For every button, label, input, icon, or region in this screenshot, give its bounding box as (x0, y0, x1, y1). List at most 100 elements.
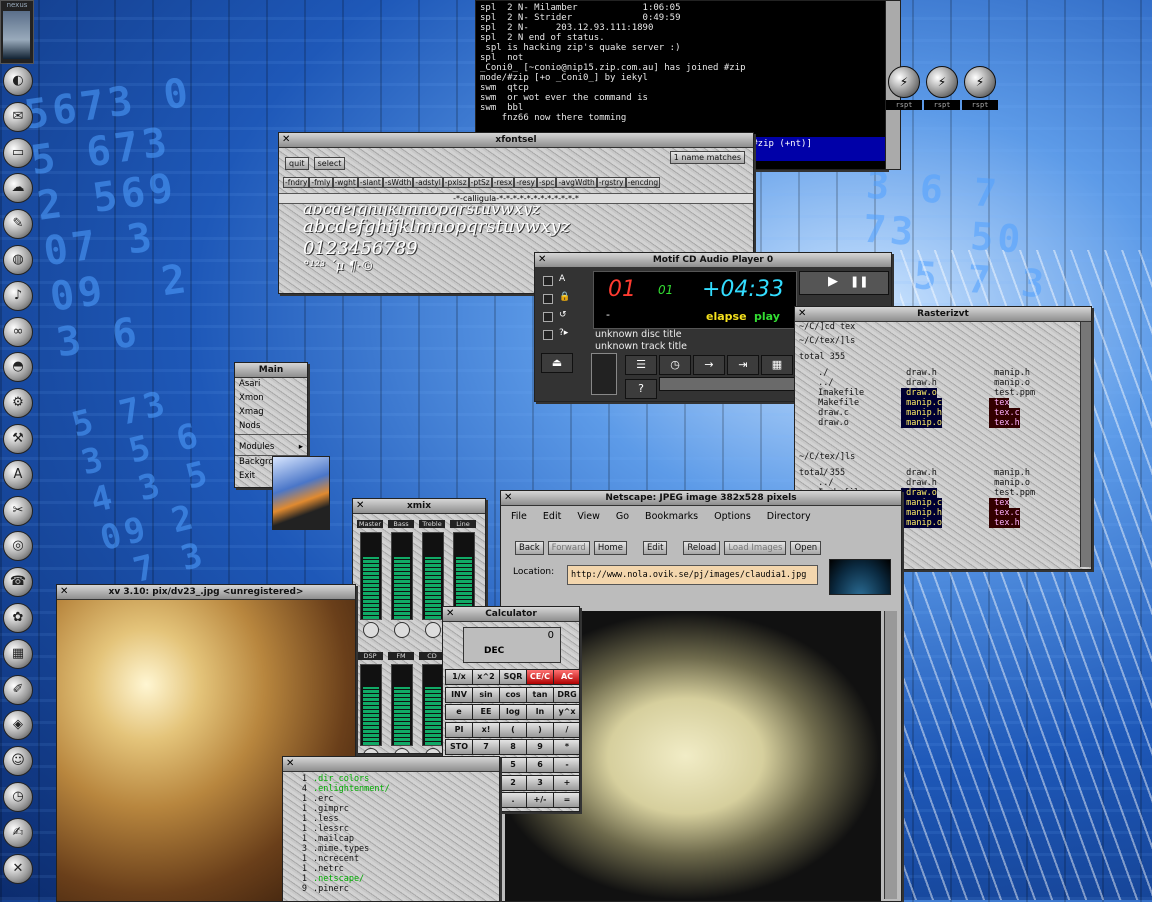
clock-icon[interactable]: ◷ (3, 782, 33, 812)
xfontsel-titlebar[interactable]: ✕ xfontsel (279, 133, 753, 148)
quit-button[interactable]: quit (285, 157, 309, 170)
close-icon[interactable]: ✕ (446, 607, 454, 621)
mixer-slider[interactable] (360, 664, 382, 746)
calc-key[interactable]: ( (499, 721, 527, 738)
calc-key[interactable]: e (445, 704, 473, 721)
quake-server-icon[interactable]: ⚡ (888, 66, 920, 98)
mixer-titlebar[interactable]: ✕ xmix (353, 499, 485, 514)
mixer-slider[interactable] (391, 664, 413, 746)
xlfd-field-button[interactable]: -sWdth (382, 177, 414, 188)
background-thumbnail[interactable] (272, 456, 330, 530)
calc-key[interactable]: EE (472, 704, 500, 721)
xlfd-field-button[interactable]: -encdng (625, 177, 661, 188)
mixer-mute-toggle[interactable] (363, 748, 379, 753)
dirlist-titlebar[interactable]: ✕ (283, 757, 499, 772)
netscape-titlebar[interactable]: ✕ Netscape: JPEG image 382x528 pixels (501, 491, 901, 506)
xlfd-field-button[interactable]: -spc (536, 177, 557, 188)
xlfd-field-button[interactable]: -ptSz (468, 177, 492, 188)
mail-icon[interactable]: ✉ (3, 101, 33, 132)
xlfd-field-button[interactable]: -wght (332, 177, 358, 188)
quake-server-icon[interactable]: ⚡ (926, 66, 958, 98)
close-icon[interactable]: ✕ (60, 585, 68, 599)
calc-key[interactable]: . (499, 792, 527, 809)
pen-icon[interactable]: ✎ (3, 209, 33, 240)
calc-key[interactable]: 3 (526, 774, 554, 791)
cd-player-titlebar[interactable]: ✕ Motif CD Audio Player 0 (535, 253, 891, 268)
calc-key[interactable]: - (553, 757, 579, 773)
xlfd-field-button[interactable]: -slant (357, 177, 383, 188)
cd-option-row[interactable]: A (539, 273, 579, 291)
mixer-mute-toggle[interactable] (425, 622, 441, 638)
netscape-menu-item[interactable]: Options (714, 511, 751, 522)
calc-icon[interactable]: ▦ (3, 638, 33, 669)
play-button[interactable]: ▶ (828, 274, 838, 289)
tracklist-button[interactable]: ☰ (625, 355, 657, 375)
phone-icon[interactable]: ☎ (3, 567, 33, 598)
next-button[interactable]: → (693, 355, 725, 375)
mixer-slider[interactable] (422, 664, 444, 746)
url-field[interactable]: http://www.nola.ovik.se/pj/images/claudi… (567, 565, 818, 585)
netscape-menu-item[interactable]: Bookmarks (645, 511, 698, 522)
calc-key[interactable]: ) (526, 721, 554, 738)
calc-key[interactable]: 9 (526, 739, 554, 756)
calc-key[interactable]: AC (553, 669, 579, 685)
font-icon[interactable]: A (3, 459, 33, 490)
cd-option-row[interactable]: ↺ (539, 309, 579, 327)
calc-key[interactable]: y^x (553, 704, 579, 721)
calc-key[interactable]: 2 (499, 774, 527, 791)
skip-button[interactable]: ⇥ (727, 355, 759, 375)
root-menu-item[interactable]: Xmag (235, 406, 307, 420)
xv-titlebar[interactable]: ✕ xv 3.10: pix/dv23_.jpg <unregistered> (57, 585, 355, 600)
calc-key[interactable]: 6 (526, 757, 554, 773)
netscape-toolbar-button[interactable]: Edit (642, 541, 668, 555)
calc-key[interactable]: cos (499, 686, 527, 703)
xlfd-field-button[interactable]: -fndry (283, 177, 310, 188)
calc-key[interactable]: tan (526, 686, 554, 703)
calc-key[interactable]: sin (472, 686, 500, 703)
mixer-slider[interactable] (422, 532, 444, 620)
root-menu-item[interactable]: Nods (235, 420, 307, 435)
cloud-icon[interactable]: ☁ (3, 173, 33, 204)
netscape-toolbar-button[interactable]: Back (515, 541, 544, 555)
tape-icon[interactable]: ∞ (3, 316, 33, 347)
monkey-icon[interactable]: ☺ (3, 746, 33, 777)
close-icon[interactable]: ✕ (282, 133, 290, 147)
quake-server-icon[interactable]: ⚡ (964, 66, 996, 98)
globe-icon[interactable]: ◍ (3, 245, 33, 275)
mixer-mute-toggle[interactable] (394, 622, 410, 638)
close-icon[interactable]: ✕ (798, 307, 806, 321)
netscape-scrollbar[interactable] (884, 611, 897, 899)
xlfd-field-button[interactable]: -pxlsz (442, 177, 469, 188)
cd-option-row[interactable]: 🔒 (539, 291, 579, 309)
calc-key[interactable]: SQR (499, 669, 527, 685)
calc-key[interactable]: * (553, 739, 579, 756)
cube-icon[interactable]: ◈ (3, 710, 33, 741)
netscape-toolbar-button[interactable]: Reload (683, 541, 721, 555)
mixer-slider[interactable] (391, 532, 413, 620)
xlfd-field-button[interactable]: -resx (491, 177, 515, 188)
cd-playlist-button[interactable] (591, 353, 617, 395)
pause-button[interactable]: ❚❚ (850, 275, 868, 288)
drive-icon[interactable]: ▭ (3, 137, 33, 168)
world-icon[interactable]: ◐ (3, 66, 33, 96)
close-icon[interactable]: ✕ (504, 491, 512, 505)
netscape-menu-item[interactable]: File (511, 511, 527, 522)
grid-button[interactable]: ▦ (761, 355, 793, 375)
calc-key[interactable]: STO (445, 739, 473, 756)
netscape-menu-item[interactable]: Edit (543, 511, 561, 522)
xlfd-field-button[interactable]: -adstyl (413, 177, 443, 188)
timer-button[interactable]: ◷ (659, 355, 691, 375)
root-menu-item[interactable]: Asari (235, 378, 307, 392)
calc-key[interactable]: log (499, 704, 527, 721)
root-menu-item[interactable]: Modules ▸ (235, 441, 307, 456)
calc-key[interactable]: 7 (472, 739, 500, 756)
xlfd-field-button[interactable]: -fmly (309, 177, 333, 188)
speaker-icon[interactable]: ♪ (3, 280, 33, 311)
checkbox[interactable] (543, 312, 553, 322)
close-icon[interactable]: ✕ (356, 499, 364, 513)
eject-button[interactable]: ⏏ (541, 353, 573, 373)
paint-icon[interactable]: ✍ (3, 817, 33, 848)
calc-key[interactable]: CE/C (526, 669, 554, 685)
netscape-toolbar-button[interactable]: Load Images (724, 541, 787, 555)
calc-key[interactable]: x! (472, 721, 500, 738)
